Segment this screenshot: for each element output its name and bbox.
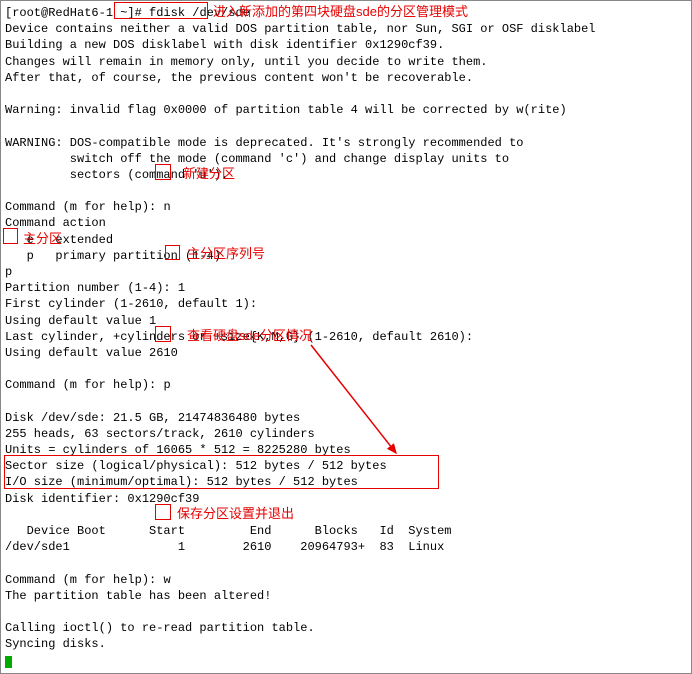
output-line [5,555,687,571]
output-line: Using default value 2610 [5,345,687,361]
output-line: sectors (command 'u'). [5,167,687,183]
output-line: e extended [5,232,687,248]
output-line: Disk /dev/sde: 21.5 GB, 21474836480 byte… [5,410,687,426]
cmd-prompt: Command (m for help): [5,573,163,587]
output-line: First cylinder (1-2610, default 1): [5,296,687,312]
output-line: I/O size (minimum/optimal): 512 bytes / … [5,474,687,490]
output-line: Last cylinder, +cylinders or +size{K,M,G… [5,329,687,345]
table-row: /dev/sde1 1 2610 20964793+ 83 Linux [5,539,687,555]
output-line [5,118,687,134]
output-line: p primary partition (1-4) [5,248,687,264]
output-line: Disk identifier: 0x1290cf39 [5,491,687,507]
partnum-prompt: Partition number (1-4): [5,281,178,295]
output-line [5,394,687,410]
output-line [5,86,687,102]
output-line [5,507,687,523]
output-line: The partition table has been altered! [5,588,687,604]
cmd-write[interactable]: w [163,573,170,587]
output-line: Syncing disks. [5,636,687,652]
output-line [5,361,687,377]
output-line: WARNING: DOS-compatible mode is deprecat… [5,135,687,151]
cmd-prompt: Command (m for help): [5,378,163,392]
output-line: After that, of course, the previous cont… [5,70,687,86]
output-line: Sector size (logical/physical): 512 byte… [5,458,687,474]
output-line: Building a new DOS disklabel with disk i… [5,37,687,53]
fdisk-command[interactable]: fdisk /dev/sde [149,6,250,20]
cmd-new-partition[interactable]: n [163,200,170,214]
output-line: 255 heads, 63 sectors/track, 2610 cylind… [5,426,687,442]
output-line: Changes will remain in memory only, unti… [5,54,687,70]
output-line: Command action [5,215,687,231]
output-line: Warning: invalid flag 0x0000 of partitio… [5,102,687,118]
output-line: Units = cylinders of 16065 * 512 = 82252… [5,442,687,458]
cmd-prompt: Command (m for help): [5,200,163,214]
output-line [5,183,687,199]
cmd-print[interactable]: p [163,378,170,392]
prompt: [root@RedHat6-1 ~]# [5,6,149,20]
table-header: Device Boot Start End Blocks Id System [5,523,687,539]
cmd-partition-number[interactable]: 1 [178,281,185,295]
terminal-output: [root@RedHat6-1 ~]# fdisk /dev/sde Devic… [5,5,687,669]
cmd-primary[interactable]: p [5,265,12,279]
output-line [5,604,687,620]
output-line: Using default value 1 [5,313,687,329]
output-line: switch off the mode (command 'c') and ch… [5,151,687,167]
cursor-icon [5,656,12,668]
output-line: Calling ioctl() to re-read partition tab… [5,620,687,636]
output-line: Device contains neither a valid DOS part… [5,21,687,37]
